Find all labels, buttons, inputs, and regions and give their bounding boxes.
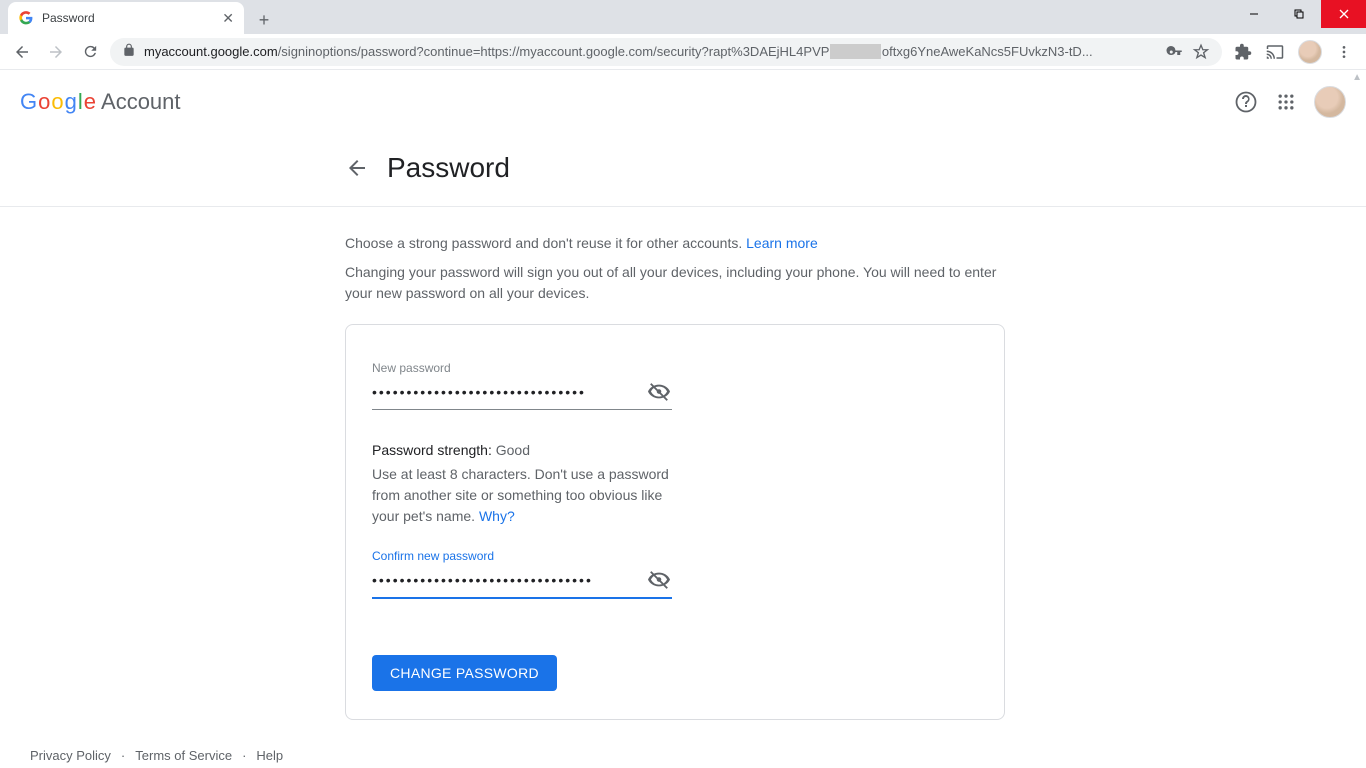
toggle-visibility-icon[interactable]: [646, 567, 672, 593]
footer: Privacy Policy · Terms of Service · Help: [0, 720, 1366, 768]
new-password-input[interactable]: [372, 384, 646, 400]
new-tab-button[interactable]: +: [250, 6, 278, 34]
google-account-logo[interactable]: Google Account: [20, 89, 181, 115]
url-text: myaccount.google.com/signinoptions/passw…: [144, 44, 1158, 59]
nav-reload-button[interactable]: [76, 38, 104, 66]
privacy-link[interactable]: Privacy Policy: [30, 748, 111, 763]
nav-forward-button[interactable]: [42, 38, 70, 66]
password-strength: Password strength: Good: [372, 442, 978, 458]
password-hint: Use at least 8 characters. Don't use a p…: [372, 464, 672, 527]
star-icon[interactable]: [1192, 43, 1210, 61]
help-link[interactable]: Help: [256, 748, 283, 763]
confirm-password-input[interactable]: [372, 572, 646, 588]
window-maximize-button[interactable]: [1276, 0, 1321, 28]
key-icon[interactable]: [1166, 43, 1184, 61]
page-back-icon[interactable]: [345, 156, 369, 180]
page-title: Password: [387, 152, 510, 184]
change-password-button[interactable]: CHANGE PASSWORD: [372, 655, 557, 691]
window-controls: [1231, 0, 1366, 28]
apps-grid-icon[interactable]: [1276, 92, 1296, 112]
profile-avatar-toolbar[interactable]: [1298, 40, 1322, 64]
profile-avatar[interactable]: [1314, 86, 1346, 118]
new-password-label: New password: [372, 361, 672, 375]
browser-tab[interactable]: Password ✕: [8, 2, 244, 34]
google-favicon: [18, 10, 34, 26]
title-row: Password: [0, 134, 1366, 207]
password-card: New password Password strength: Good Use…: [345, 324, 1005, 720]
extensions-icon[interactable]: [1234, 43, 1252, 61]
window-close-button[interactable]: [1321, 0, 1366, 28]
app-header: Google Account: [0, 70, 1366, 134]
page-body: ▲ Google Account Password: [0, 70, 1366, 768]
lock-icon: [122, 43, 136, 60]
help-icon[interactable]: [1234, 90, 1258, 114]
browser-toolbar: myaccount.google.com/signinoptions/passw…: [0, 34, 1366, 70]
tab-close-icon[interactable]: ✕: [222, 10, 234, 27]
terms-link[interactable]: Terms of Service: [135, 748, 232, 763]
confirm-password-field: Confirm new password: [372, 549, 672, 599]
nav-back-button[interactable]: [8, 38, 36, 66]
window-minimize-button[interactable]: [1231, 0, 1276, 28]
browser-tab-strip: Password ✕ +: [0, 0, 1366, 34]
url-bar[interactable]: myaccount.google.com/signinoptions/passw…: [110, 38, 1222, 66]
scroll-up-arrow[interactable]: ▲: [1352, 72, 1362, 83]
new-password-field: New password: [372, 361, 672, 410]
chrome-menu-icon[interactable]: [1336, 44, 1352, 60]
why-link[interactable]: Why?: [479, 508, 515, 524]
tab-title: Password: [42, 11, 95, 25]
confirm-password-label: Confirm new password: [372, 549, 672, 563]
cast-icon[interactable]: [1266, 43, 1284, 61]
intro-line-2: Changing your password will sign you out…: [345, 262, 1005, 304]
learn-more-link[interactable]: Learn more: [746, 235, 818, 251]
intro-line-1: Choose a strong password and don't reuse…: [345, 233, 1005, 254]
toggle-visibility-icon[interactable]: [646, 379, 672, 405]
